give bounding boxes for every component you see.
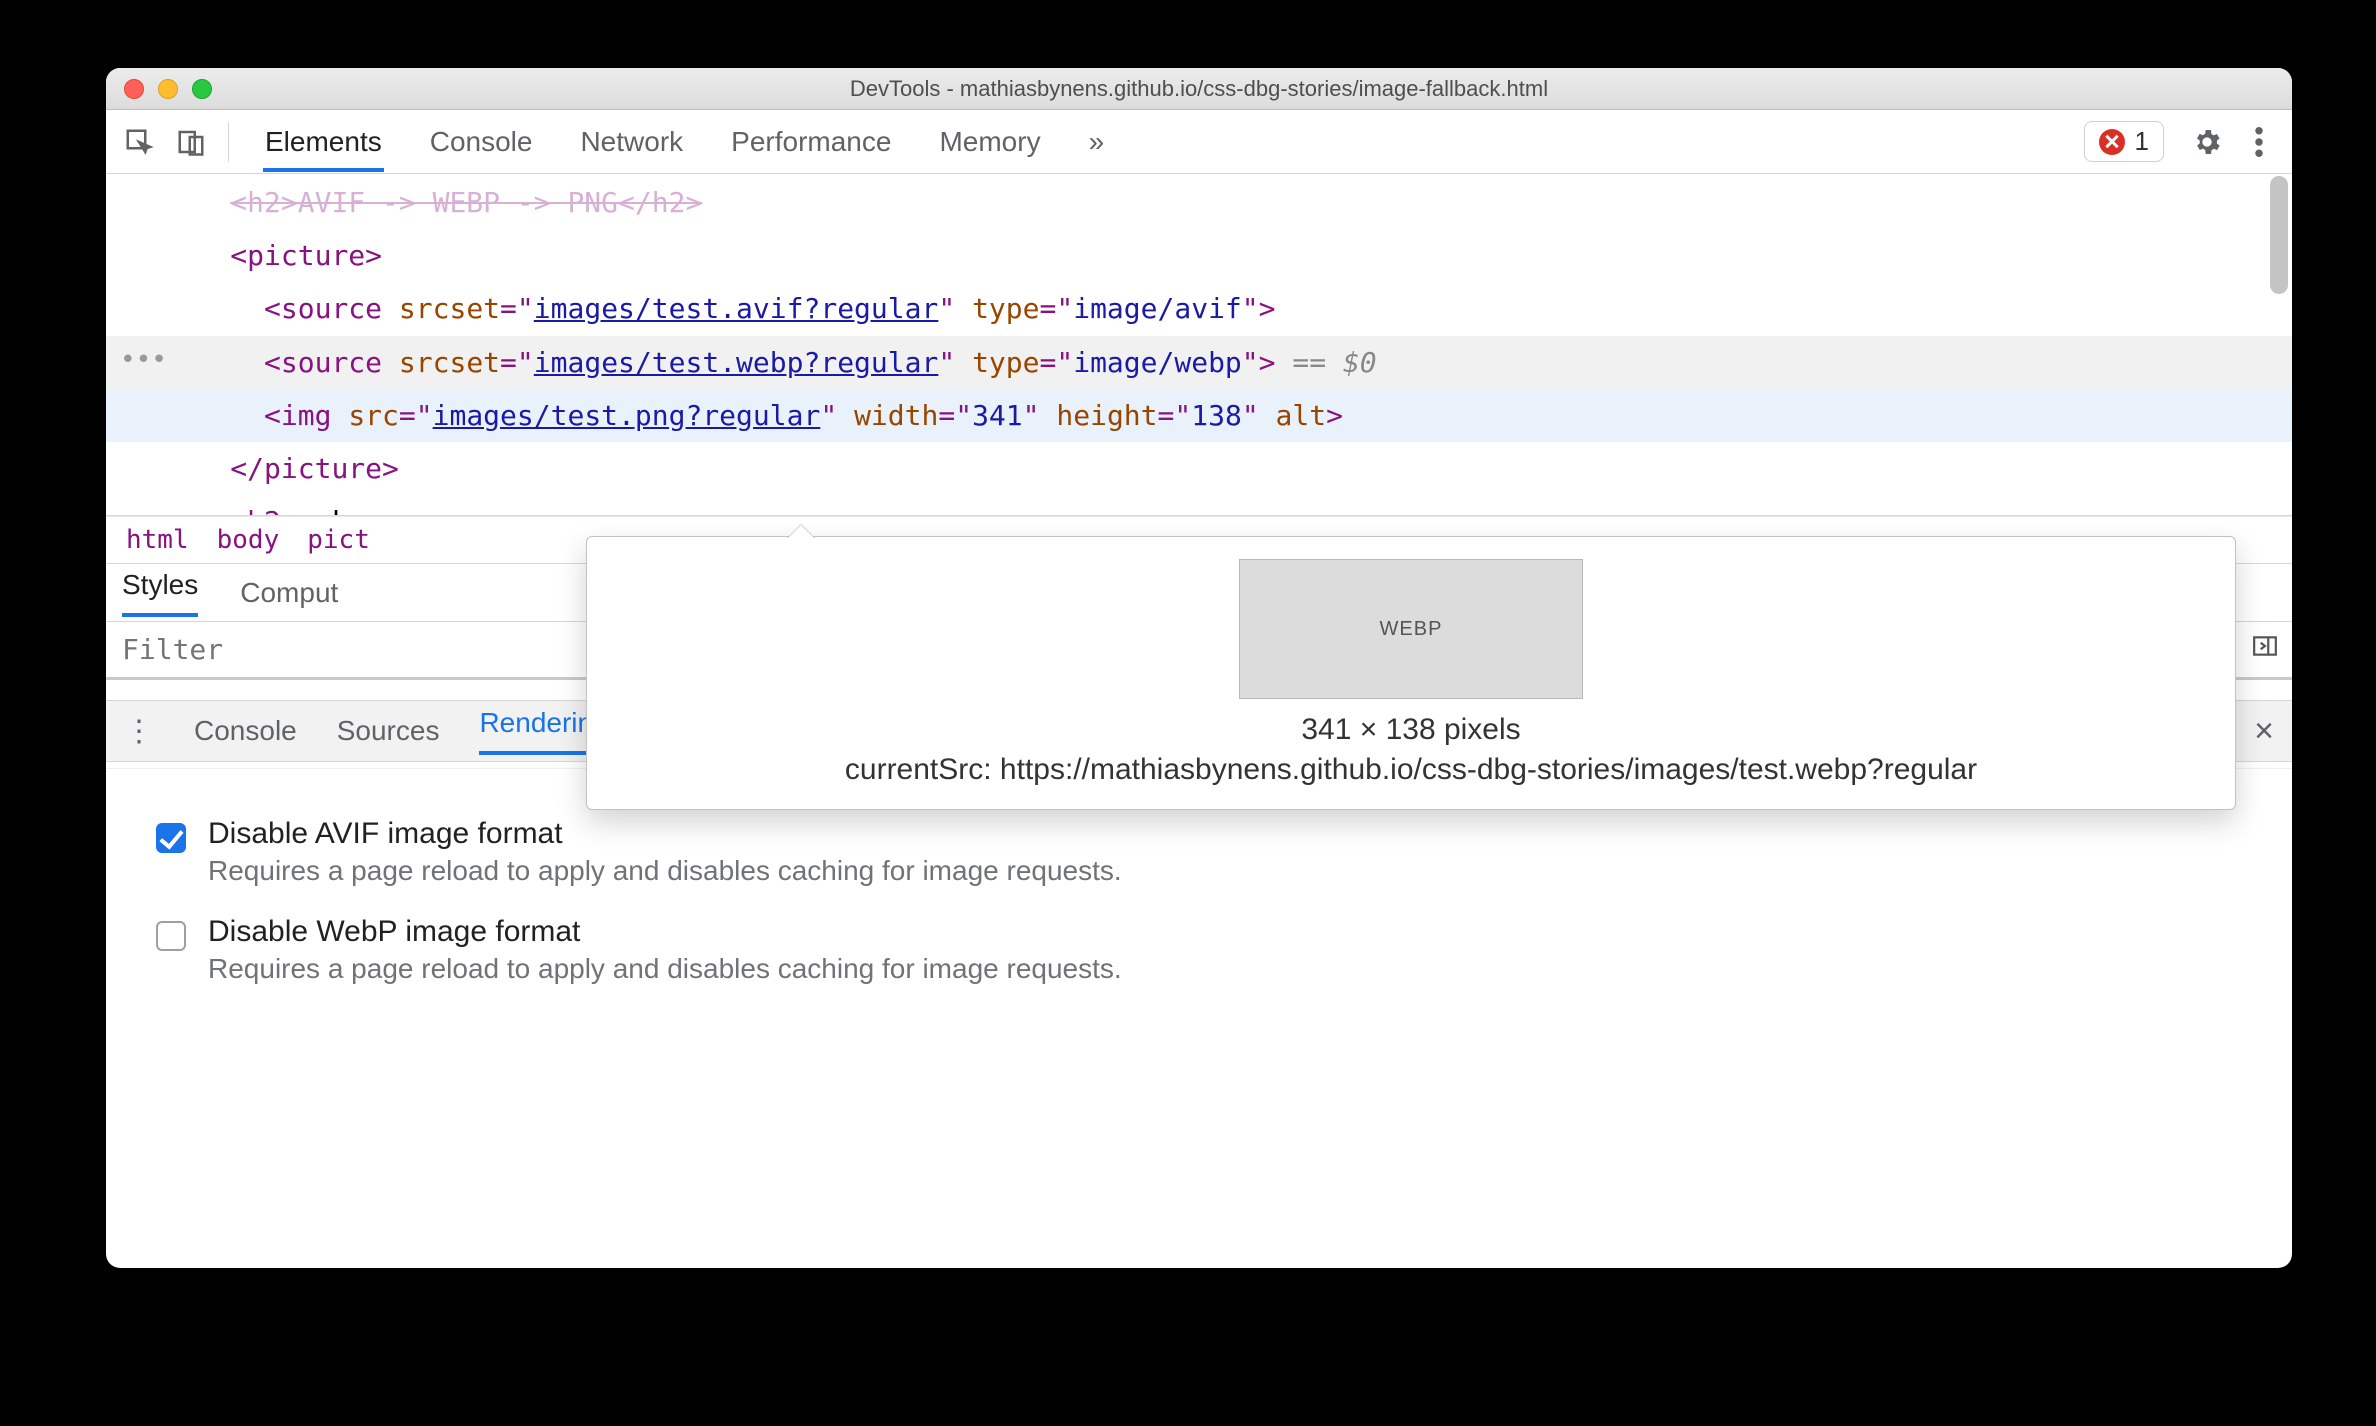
tab-styles[interactable]: Styles <box>122 569 198 617</box>
tab-computed[interactable]: Comput <box>240 577 338 609</box>
gear-icon[interactable] <box>2184 119 2230 165</box>
image-preview-tooltip: WEBP 341 × 138 pixels currentSrc: https:… <box>586 536 2236 810</box>
drawer-close-icon[interactable]: × <box>2254 712 2274 751</box>
tab-console[interactable]: Console <box>428 112 535 172</box>
devtools-window: DevTools - mathiasbynens.github.io/css-d… <box>106 68 2292 1268</box>
thumbnail: WEBP <box>1239 559 1583 699</box>
tab-network[interactable]: Network <box>578 112 685 172</box>
error-icon <box>2099 129 2125 155</box>
separator <box>228 122 229 162</box>
dom-line-selected[interactable]: ••• <source srcset="images/test.webp?reg… <box>106 336 2292 389</box>
dom-line[interactable]: </picture> <box>106 442 2292 495</box>
titlebar: DevTools - mathiasbynens.github.io/css-d… <box>106 68 2292 110</box>
tab-more[interactable]: » <box>1087 112 1107 172</box>
drawer-tab-sources[interactable]: Sources <box>337 715 440 747</box>
option-title: Disable WebP image format <box>208 915 1122 949</box>
option-disable-avif: Disable AVIF image format Requires a pag… <box>156 817 2242 887</box>
dom-line[interactable]: <h2>unknow <box>106 495 2292 516</box>
drawer-tab-console[interactable]: Console <box>194 715 297 747</box>
kebab-icon[interactable] <box>2236 119 2282 165</box>
panel-tabs: Elements Console Network Performance Mem… <box>263 112 1106 172</box>
sidebar-toggle-icon[interactable] <box>2252 633 2278 666</box>
drawer-kebab-icon[interactable]: ⋮ <box>124 714 154 749</box>
dom-line[interactable]: <picture> <box>106 229 2292 282</box>
inspect-icon[interactable] <box>116 119 162 165</box>
option-disable-webp: Disable WebP image format Requires a pag… <box>156 915 2242 985</box>
current-src: currentSrc: https://mathiasbynens.github… <box>615 753 2207 787</box>
dom-line-hover[interactable]: <img src="images/test.png?regular" width… <box>106 389 2292 442</box>
checkbox[interactable] <box>156 921 186 951</box>
image-dimensions: 341 × 138 pixels <box>615 713 2207 747</box>
tab-performance[interactable]: Performance <box>729 112 893 172</box>
window-title: DevTools - mathiasbynens.github.io/css-d… <box>106 76 2292 102</box>
device-toggle-icon[interactable] <box>168 119 214 165</box>
checkbox[interactable] <box>156 823 186 853</box>
option-desc: Requires a page reload to apply and disa… <box>208 855 1122 887</box>
dom-tree[interactable]: <h2>AVIF -> WEBP -> PNG</h2> <picture> <… <box>106 174 2292 516</box>
error-badge[interactable]: 1 <box>2084 121 2164 162</box>
main-toolbar: Elements Console Network Performance Mem… <box>106 110 2292 174</box>
tab-memory[interactable]: Memory <box>937 112 1042 172</box>
crumb-item[interactable]: body <box>217 525 280 555</box>
dom-line[interactable]: <h2>AVIF -> WEBP -> PNG</h2> <box>106 174 2292 229</box>
option-desc: Requires a page reload to apply and disa… <box>208 953 1122 985</box>
tab-elements[interactable]: Elements <box>263 112 384 172</box>
crumb-item[interactable]: html <box>126 525 189 555</box>
error-count: 1 <box>2135 126 2149 157</box>
dom-line[interactable]: <source srcset="images/test.avif?regular… <box>106 282 2292 335</box>
option-title: Disable AVIF image format <box>208 817 1122 851</box>
crumb-item[interactable]: pict <box>307 525 370 555</box>
